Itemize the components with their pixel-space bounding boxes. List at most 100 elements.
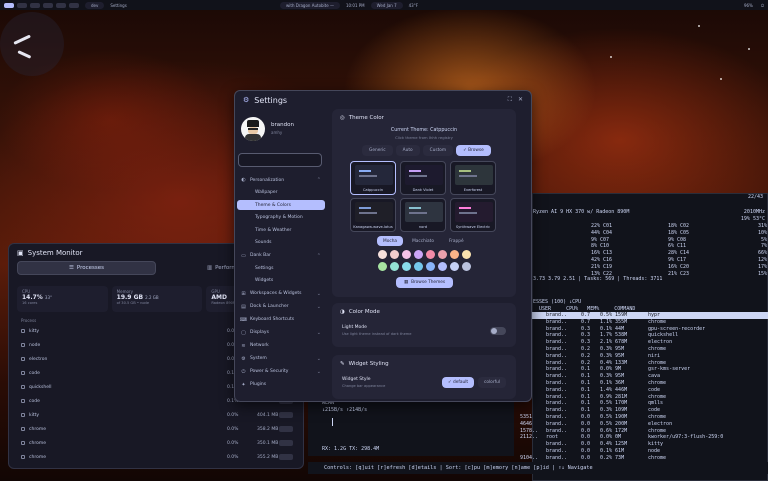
accent-color-swatch[interactable] — [426, 262, 435, 271]
process-cmd: chrome — [648, 393, 667, 400]
theme-card[interactable]: Catppuccin — [350, 161, 396, 195]
battery-indicator[interactable]: 96% — [744, 3, 753, 8]
accent-color-swatch[interactable] — [390, 262, 399, 271]
process-row[interactable]: 1brand..0.70.5% 159Mhypr — [516, 312, 768, 319]
weather-widget[interactable]: 43°F — [409, 3, 418, 8]
sidebar-item[interactable]: ▢ Displays ⌄ — [237, 328, 325, 338]
accent-color-swatch[interactable] — [402, 250, 411, 259]
settings-window[interactable]: ⚙ Settings ⛶ ✕ brandon amhy ◐ Personaliza… — [234, 90, 532, 402]
process-row[interactable]: brand.. 0.3 1.7% 538M quickshell — [516, 332, 768, 339]
accent-color-swatch[interactable] — [414, 262, 423, 271]
tab-processes[interactable]: ☰ Processes — [17, 261, 156, 275]
theme-card[interactable]: Synthwave Electric — [450, 198, 496, 232]
sidebar-item[interactable]: ≋ Network — [237, 341, 325, 351]
process-row[interactable]: 5351 brand.. 0.0 0.5% 190M chrome — [516, 414, 768, 421]
sidebar-item[interactable]: Sounds — [237, 238, 325, 248]
sidebar-item[interactable]: Time & Weather — [237, 225, 325, 235]
theme-variant-button[interactable]: Macchiato — [406, 236, 440, 246]
accent-color-swatch[interactable] — [462, 262, 471, 271]
process-menu-button[interactable] — [279, 454, 293, 460]
sidebar-item[interactable]: ◐ Personalization ⌃ — [237, 175, 325, 185]
theme-mode-button[interactable]: ✓ Browse — [456, 145, 491, 156]
process-row[interactable]: brand.. 0.1 0.0% 9M gsr-kms-server — [516, 366, 768, 373]
power-icon[interactable]: ⏻ — [761, 3, 764, 8]
accent-color-swatch[interactable] — [462, 250, 471, 259]
accent-color-swatch[interactable] — [378, 250, 387, 259]
sidebar-item[interactable]: ▭ Dank Bar ⌃ — [237, 251, 325, 261]
process-row[interactable]: brand.. 0.1 0.3% 109M code — [516, 407, 768, 414]
sidebar-item[interactable]: ▤ Dock & Launcher ⌄ — [237, 302, 325, 312]
settings-search-input[interactable] — [238, 153, 322, 167]
theme-card[interactable]: Kanagawa-wave-lotus — [350, 198, 396, 232]
theme-variant-button[interactable]: Mocha — [377, 236, 404, 246]
process-row[interactable]: brand.. 0.2 0.4% 133M chrome — [516, 360, 768, 367]
process-row[interactable]: brand.. 0.1 0.5% 170M qmlls — [516, 400, 768, 407]
accent-color-swatch[interactable] — [438, 262, 447, 271]
clock-time[interactable]: 10:01 PM — [346, 3, 365, 8]
theme-preview — [455, 165, 493, 185]
process-row[interactable]: 9104.. brand.. 0.0 0.2% 73M chrome — [516, 455, 768, 462]
theme-mode-button[interactable]: Auto — [395, 145, 420, 156]
theme-card[interactable]: Everforest — [450, 161, 496, 195]
sidebar-item[interactable]: ⌨ Keyboard Shortcuts — [237, 315, 325, 325]
sidebar-item[interactable]: Widgets — [237, 276, 325, 286]
process-row[interactable]: brand.. 0.1 1.4% 446M code — [516, 387, 768, 394]
process-user: brand.. — [546, 325, 568, 332]
process-row[interactable]: brand.. 0.0 0.4% 125M kitty — [516, 441, 768, 448]
clock-date[interactable]: Wed Jan 7 — [370, 1, 403, 9]
process-row[interactable]: brand.. 0.1 0.9% 281M chrome — [516, 394, 768, 401]
process-row[interactable]: brand.. 0.3 2.1% 678M electron — [516, 339, 768, 346]
process-row[interactable]: brand.. 0.3 0.1% 44M gpu-screen-recorder — [516, 326, 768, 333]
core-far-value: 5% — [760, 236, 767, 243]
sidebar-item[interactable]: ✦ Plugins — [237, 380, 325, 390]
process-row[interactable]: brand.. 0.2 0.3% 95M niri — [516, 353, 768, 360]
process-row[interactable]: brand.. 0.0 0.1% 61M node — [516, 448, 768, 455]
widget-style-colorful-button[interactable]: colorful — [478, 377, 507, 388]
sidebar-item[interactable]: ⊞ Workspaces & Widgets ⌄ — [237, 289, 325, 299]
theme-variant-button[interactable]: Frappé — [443, 236, 470, 246]
theme-card[interactable]: nord — [400, 198, 446, 232]
process-menu-button[interactable] — [279, 440, 293, 446]
workspace-indicator[interactable] — [4, 2, 79, 8]
process-row[interactable]: chrome 0.0% 355.2 MB — [17, 450, 297, 464]
accent-color-swatch[interactable] — [390, 250, 399, 259]
process-row[interactable]: chrome 0.0% 350.1 MB — [17, 436, 297, 450]
light-mode-toggle[interactable] — [490, 327, 506, 335]
process-mem: 1.1% 355M — [600, 318, 628, 325]
process-row[interactable]: brand.. 0.1 0.3% 95M cava — [516, 373, 768, 380]
sidebar-item[interactable]: Settings — [237, 263, 325, 273]
sidebar-item[interactable]: ⏻ Power & Security ⌄ — [237, 367, 325, 377]
sidebar-item[interactable]: Theme & Colors — [237, 200, 325, 210]
accent-color-swatch[interactable] — [438, 250, 447, 259]
process-row[interactable]: chrome 0.0% 358.2 MB — [17, 422, 297, 436]
widget-style-default-button[interactable]: ✓ default — [442, 377, 475, 388]
process-menu-button[interactable] — [279, 412, 293, 418]
accent-color-swatch[interactable] — [450, 262, 459, 271]
process-row[interactable]: 2112.. root 0.0 0.0% 0M kworker/u97:3-flush-… — [516, 434, 768, 441]
process-row[interactable]: kitty 0.0% 404.1 MB — [17, 408, 297, 422]
theme-card[interactable]: Dank Violet — [400, 161, 446, 195]
close-icon[interactable]: ✕ — [518, 96, 523, 104]
process-row[interactable]: brand.. 0.1 0.1% 36M chrome — [516, 380, 768, 387]
process-row[interactable]: brand.. 0.2 0.3% 95M chrome — [516, 346, 768, 353]
fullscreen-icon[interactable]: ⛶ — [508, 96, 512, 104]
browse-themes-button[interactable]: ▦ Browse Themes — [396, 277, 454, 288]
avatar[interactable] — [241, 117, 265, 141]
accent-color-swatch[interactable] — [378, 262, 387, 271]
process-menu-button[interactable] — [279, 426, 293, 432]
theme-mode-button[interactable]: Generic — [362, 145, 393, 156]
process-mem: 0.1% 44M — [600, 325, 625, 332]
accent-color-swatch[interactable] — [402, 262, 411, 271]
theme-mode-button[interactable]: Custom — [422, 145, 454, 156]
sidebar-item[interactable]: Wallpaper — [237, 188, 325, 198]
sidebar-item[interactable]: Typography & Motion — [237, 213, 325, 223]
sidebar-item[interactable]: ⚙ System ⌄ — [237, 354, 325, 364]
process-list[interactable]: 1brand..0.70.5% 159Mhypr2brand..0.71.1% … — [516, 312, 768, 468]
accent-color-swatch[interactable] — [414, 250, 423, 259]
accent-color-swatch[interactable] — [426, 250, 435, 259]
process-row[interactable]: 1578.. brand.. 0.0 0.6% 172M chrome — [516, 428, 768, 435]
accent-color-swatch[interactable] — [450, 250, 459, 259]
media-widget[interactable]: with Dragon Autobite — — [280, 1, 340, 9]
process-row[interactable]: 2brand..0.71.1% 355Mchrome — [516, 319, 768, 326]
process-row[interactable]: 4646 brand.. 0.0 0.5% 200M electron — [516, 421, 768, 428]
